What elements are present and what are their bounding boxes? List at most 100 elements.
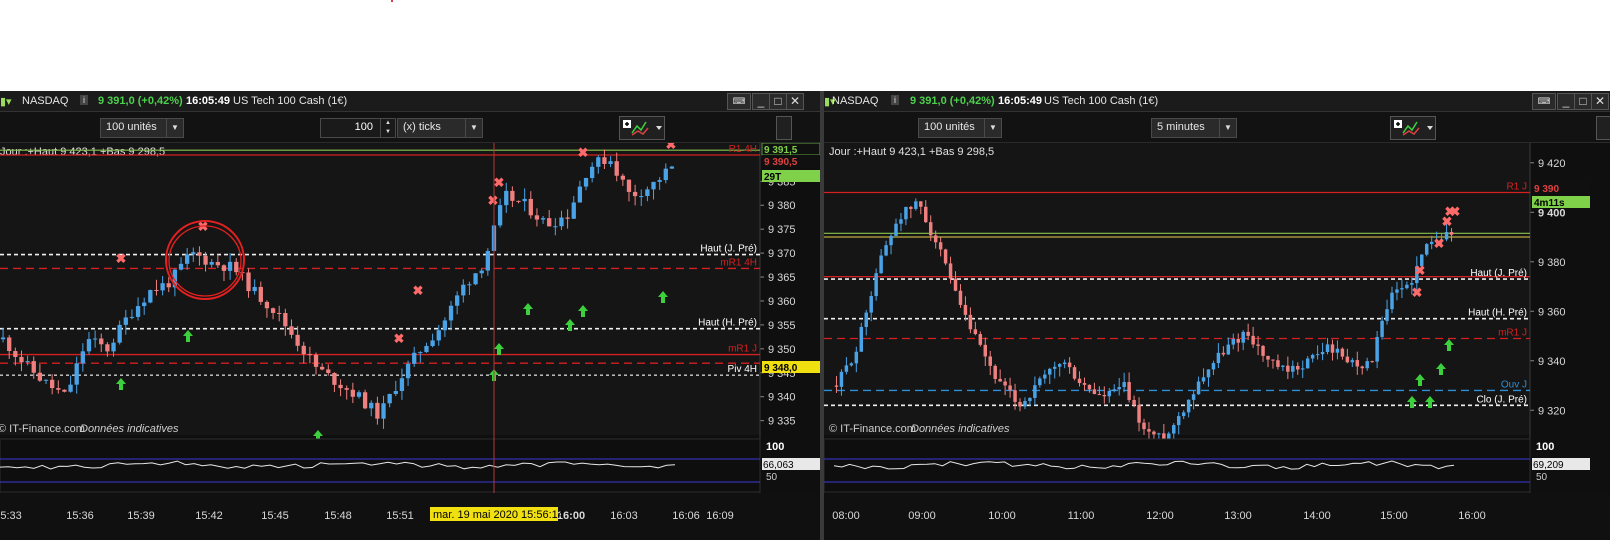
ticks-label: (x) ticks (403, 121, 441, 133)
candle (534, 215, 540, 220)
sell-marker-icon: ✖ (1434, 236, 1445, 251)
candle (1127, 382, 1131, 400)
candle (154, 290, 159, 292)
candle (645, 189, 650, 197)
close-button[interactable]: ✕ (1591, 93, 1609, 110)
candle (914, 201, 918, 209)
chart-icon[interactable]: ▮▾ (0, 95, 12, 108)
candle (399, 378, 405, 392)
candle (1286, 365, 1290, 372)
keyboard-icon[interactable]: ⌨ (1532, 93, 1556, 110)
candle (369, 402, 374, 409)
close-button[interactable]: ✕ (786, 93, 804, 110)
indicators-button[interactable] (619, 116, 665, 140)
candle (1325, 344, 1330, 353)
candle (68, 384, 73, 392)
minimize-button[interactable]: _ (1557, 93, 1575, 110)
x-tick-label: 15:42 (195, 510, 223, 522)
candle (1310, 354, 1315, 359)
candle (1082, 383, 1087, 385)
symbol-label[interactable]: NASDAQ (22, 95, 68, 107)
y-tick-label: 9 360 (1538, 306, 1566, 318)
candle (1152, 431, 1156, 435)
candle (973, 329, 978, 335)
candle (1444, 231, 1449, 240)
level-label: Haut (H. Pré) (1468, 308, 1527, 319)
x-tick-label: 11:00 (1068, 510, 1095, 522)
sell-marker-icon: ✖ (1415, 263, 1426, 278)
right-chart-area[interactable]: Jour :+Haut 9 423,1 +Bas 9 298,5 9 420 9 4… (824, 143, 1610, 540)
candle (869, 296, 873, 313)
left-titlebar: ▮▾ NASDAQ i 9 391,0 (+0,42%) 16:05:49 US… (0, 91, 820, 112)
candle (7, 337, 12, 352)
candle (1236, 338, 1240, 343)
candle (571, 202, 576, 219)
candle (1266, 355, 1270, 360)
osc-value-label: 69,209 (1533, 460, 1564, 471)
price-tag-label: 9 390 (1534, 184, 1559, 195)
candle (1296, 365, 1300, 370)
units-label: 100 unités (924, 121, 975, 133)
candle (301, 345, 306, 355)
info-icon[interactable]: i (80, 95, 88, 105)
candle (669, 166, 675, 169)
candle (983, 344, 988, 357)
maximize-button[interactable]: □ (769, 93, 787, 110)
time-label: 16:05:49 (998, 95, 1043, 107)
candle (313, 354, 319, 367)
ticks-dropdown[interactable]: (x) ticks ▼ (397, 118, 483, 138)
candle (381, 403, 386, 419)
maximize-button[interactable]: □ (1574, 93, 1592, 110)
collapse-handle[interactable] (776, 116, 792, 140)
ticks-input[interactable]: 100 ▲ ▼ (320, 118, 396, 138)
candle (270, 308, 276, 313)
candle (0, 337, 6, 340)
x-tick-label: 15:51 (386, 510, 414, 522)
sell-marker-icon: ✖ (666, 143, 677, 152)
candle (436, 330, 441, 341)
candle (92, 338, 98, 340)
y-tick-label: 9 320 (1538, 405, 1566, 417)
ticks-spinner[interactable]: ▲ ▼ (380, 119, 395, 137)
candle (1281, 365, 1285, 367)
collapse-handle[interactable] (1596, 116, 1610, 140)
units-dropdown[interactable]: 100 unités ▼ (100, 118, 184, 138)
candle (1052, 366, 1057, 369)
candle (963, 304, 968, 315)
candle (86, 339, 92, 352)
candle (998, 378, 1002, 382)
info-icon[interactable]: i (891, 95, 899, 105)
candle (442, 320, 448, 331)
candle (1181, 412, 1186, 417)
y-tick-label: 9 375 (768, 224, 796, 236)
indicators-button[interactable] (1390, 116, 1436, 140)
candle (37, 372, 43, 381)
candle (264, 301, 270, 309)
level-label: R1 4H (729, 144, 757, 155)
units-dropdown[interactable]: 100 unités ▼ (918, 118, 1002, 138)
x-tick-label: 10:00 (988, 510, 1016, 522)
symbol-label[interactable]: NASDAQ (832, 95, 878, 107)
x-tick-label: 16:09 (706, 510, 734, 522)
sell-marker-icon: ✖ (413, 283, 424, 298)
candle (1405, 284, 1409, 289)
candle (1221, 352, 1226, 355)
x-tick-label: 13:00 (1224, 510, 1252, 522)
candle (919, 201, 923, 207)
candle (1038, 378, 1042, 386)
left-chart-area[interactable]: Jour :+Haut 9 423,1 +Bas 9 298,59 3859 3… (0, 143, 820, 540)
time-label: 16:05:49 (186, 95, 231, 107)
candle (1335, 348, 1340, 353)
interval-dropdown[interactable]: 5 minutes ▼ (1151, 118, 1237, 138)
minimize-button[interactable]: _ (752, 93, 770, 110)
candle (909, 206, 913, 209)
candle (74, 363, 79, 385)
candle (1122, 382, 1126, 388)
candle (62, 389, 67, 392)
candle (933, 235, 938, 243)
watermark: © IT-Finance.com (829, 423, 916, 435)
keyboard-icon[interactable]: ⌨ (727, 93, 751, 110)
candle (528, 198, 533, 216)
main-plot-bg (0, 143, 760, 435)
y-tick-label: 9 400 (1538, 207, 1566, 219)
